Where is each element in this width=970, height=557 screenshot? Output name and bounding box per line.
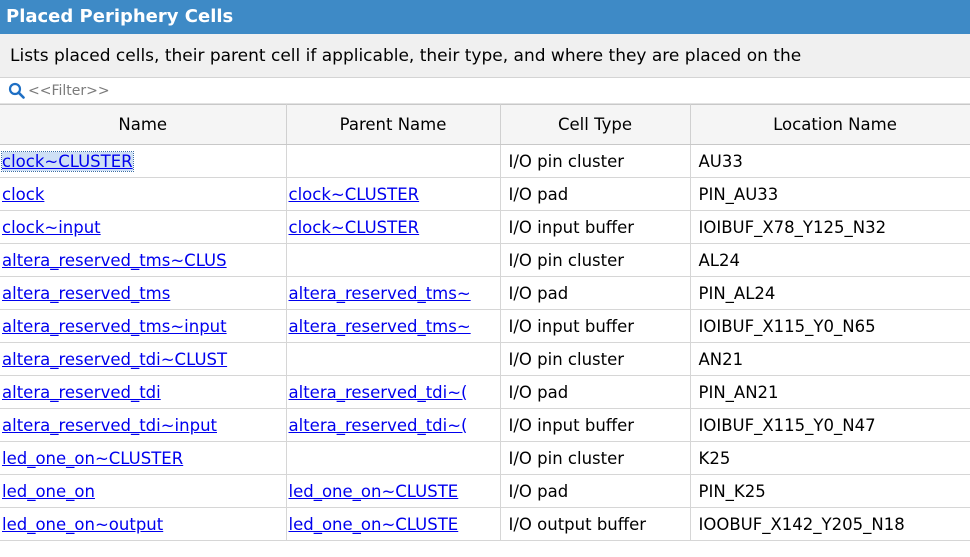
cell-location-name: PIN_K25 — [690, 474, 970, 508]
parent-name-link[interactable]: clock~CLUSTER — [289, 185, 420, 204]
cell-type: I/O pin cluster — [500, 144, 691, 178]
cell-location-name: IOIBUF_X115_Y0_N47 — [690, 408, 970, 442]
table-row[interactable]: led_one_on~CLUSTER I/O pin cluster K25 — [0, 441, 970, 475]
cell-name: led_one_on~output — [0, 507, 287, 541]
cell-name: led_one_on — [0, 474, 287, 508]
cell-type: I/O pad — [500, 375, 691, 409]
cell-name-link[interactable]: altera_reserved_tms~CLUS — [2, 251, 227, 270]
cell-type: I/O pin cluster — [500, 243, 691, 277]
cell-name-link[interactable]: clock~CLUSTER — [1, 150, 134, 172]
table-row[interactable]: clock~CLUSTER I/O pin cluster AU33 — [0, 144, 970, 178]
table-row[interactable]: altera_reserved_tms~input altera_reserved… — [0, 309, 970, 343]
cell-parent-name — [286, 243, 501, 277]
cell-name: led_one_on~CLUSTER — [0, 441, 287, 475]
cell-parent-name: clock~CLUSTER — [286, 210, 501, 244]
cell-parent-name: altera_reserved_tdi~( — [286, 375, 501, 409]
cell-name: altera_reserved_tms — [0, 276, 287, 310]
cell-parent-name: altera_reserved_tdi~( — [286, 408, 501, 442]
filter-input[interactable] — [28, 82, 328, 99]
column-header-parent-name[interactable]: Parent Name — [286, 104, 501, 145]
cell-location-name: AN21 — [690, 342, 970, 376]
cell-name-link[interactable]: led_one_on~CLUSTER — [2, 449, 183, 468]
cell-name-link[interactable]: clock — [2, 185, 44, 204]
cell-location-name: K25 — [690, 441, 970, 475]
table-row[interactable]: altera_reserved_tdi~CLUST I/O pin cluster… — [0, 342, 970, 376]
cell-name: clock — [0, 177, 287, 211]
parent-name-link[interactable]: clock~CLUSTER — [289, 218, 420, 237]
table-row[interactable]: altera_reserved_tdi altera_reserved_tdi~(… — [0, 375, 970, 409]
parent-name-link[interactable]: led_one_on~CLUSTE — [289, 515, 459, 534]
cell-name: altera_reserved_tms~CLUS — [0, 243, 287, 277]
parent-name-link[interactable]: led_one_on~CLUSTE — [289, 482, 459, 501]
cell-location-name: IOIBUF_X78_Y125_N32 — [690, 210, 970, 244]
cell-parent-name — [286, 342, 501, 376]
cell-type: I/O input buffer — [500, 210, 691, 244]
cell-type: I/O pin cluster — [500, 342, 691, 376]
cell-name-link[interactable]: altera_reserved_tdi — [2, 383, 161, 402]
cell-parent-name — [286, 144, 501, 178]
cell-name: altera_reserved_tdi~CLUST — [0, 342, 287, 376]
search-icon[interactable] — [8, 82, 25, 99]
cell-type: I/O input buffer — [500, 309, 691, 343]
cell-location-name: PIN_AU33 — [690, 177, 970, 211]
cell-parent-name: clock~CLUSTER — [286, 177, 501, 211]
cell-name-link[interactable]: altera_reserved_tdi~input — [2, 416, 217, 435]
column-header-name[interactable]: Name — [0, 104, 287, 145]
table-row[interactable]: led_one_on led_one_on~CLUSTE I/O pad PIN_K2… — [0, 474, 970, 508]
parent-name-link[interactable]: altera_reserved_tms~ — [289, 317, 471, 336]
cell-parent-name — [286, 441, 501, 475]
table-header-row: Name Parent Name Cell Type Location Name — [0, 104, 970, 145]
parent-name-link[interactable]: altera_reserved_tms~ — [289, 284, 471, 303]
cell-type: I/O pad — [500, 474, 691, 508]
placed-periphery-cells-panel: Placed Periphery Cells Lists placed cell… — [0, 0, 970, 557]
cell-name: altera_reserved_tdi~input — [0, 408, 287, 442]
cell-type: I/O output buffer — [500, 507, 691, 541]
cell-location-name: AL24 — [690, 243, 970, 277]
column-header-location-name[interactable]: Location Name — [690, 104, 970, 145]
table-row[interactable]: altera_reserved_tdi~input altera_reserved… — [0, 408, 970, 442]
cell-location-name: AU33 — [690, 144, 970, 178]
cell-name: clock~input — [0, 210, 287, 244]
table-body: clock~CLUSTER I/O pin cluster AU33 clock clo… — [0, 144, 970, 541]
panel-description: Lists placed cells, their parent cell if… — [0, 34, 970, 78]
parent-name-link[interactable]: altera_reserved_tdi~( — [289, 416, 468, 435]
cell-name: altera_reserved_tms~input — [0, 309, 287, 343]
cell-type: I/O input buffer — [500, 408, 691, 442]
cell-location-name: PIN_AL24 — [690, 276, 970, 310]
table-row[interactable]: altera_reserved_tms~CLUS I/O pin cluster A… — [0, 243, 970, 277]
cell-parent-name: altera_reserved_tms~ — [286, 309, 501, 343]
cell-type: I/O pin cluster — [500, 441, 691, 475]
cell-name-link[interactable]: altera_reserved_tms~input — [2, 317, 227, 336]
cell-name-link[interactable]: altera_reserved_tdi~CLUST — [2, 350, 227, 369]
cell-name-link[interactable]: altera_reserved_tms — [2, 284, 170, 303]
cells-table: Name Parent Name Cell Type Location Name… — [0, 104, 970, 541]
cell-name-link[interactable]: led_one_on — [2, 482, 95, 501]
table-row[interactable]: clock clock~CLUSTER I/O pad PIN_AU33 — [0, 177, 970, 211]
parent-name-link[interactable]: altera_reserved_tdi~( — [289, 383, 468, 402]
cell-location-name: PIN_AN21 — [690, 375, 970, 409]
table-row[interactable]: clock~input clock~CLUSTER I/O input buffer… — [0, 210, 970, 244]
cell-parent-name: altera_reserved_tms~ — [286, 276, 501, 310]
cell-type: I/O pad — [500, 177, 691, 211]
panel-title: Placed Periphery Cells — [0, 0, 970, 34]
cell-type: I/O pad — [500, 276, 691, 310]
cell-location-name: IOIBUF_X115_Y0_N65 — [690, 309, 970, 343]
cell-parent-name: led_one_on~CLUSTE — [286, 474, 501, 508]
table-row[interactable]: led_one_on~output led_one_on~CLUSTE I/O ou… — [0, 507, 970, 541]
cell-parent-name: led_one_on~CLUSTE — [286, 507, 501, 541]
cell-location-name: IOOBUF_X142_Y205_N18 — [690, 507, 970, 541]
table-row[interactable]: altera_reserved_tms altera_reserved_tms~ I… — [0, 276, 970, 310]
cell-name-link[interactable]: clock~input — [2, 218, 101, 237]
cell-name: altera_reserved_tdi — [0, 375, 287, 409]
column-header-cell-type[interactable]: Cell Type — [500, 104, 691, 145]
cell-name-link[interactable]: led_one_on~output — [2, 515, 163, 534]
filter-bar — [0, 78, 970, 104]
cell-name: clock~CLUSTER — [0, 144, 287, 178]
